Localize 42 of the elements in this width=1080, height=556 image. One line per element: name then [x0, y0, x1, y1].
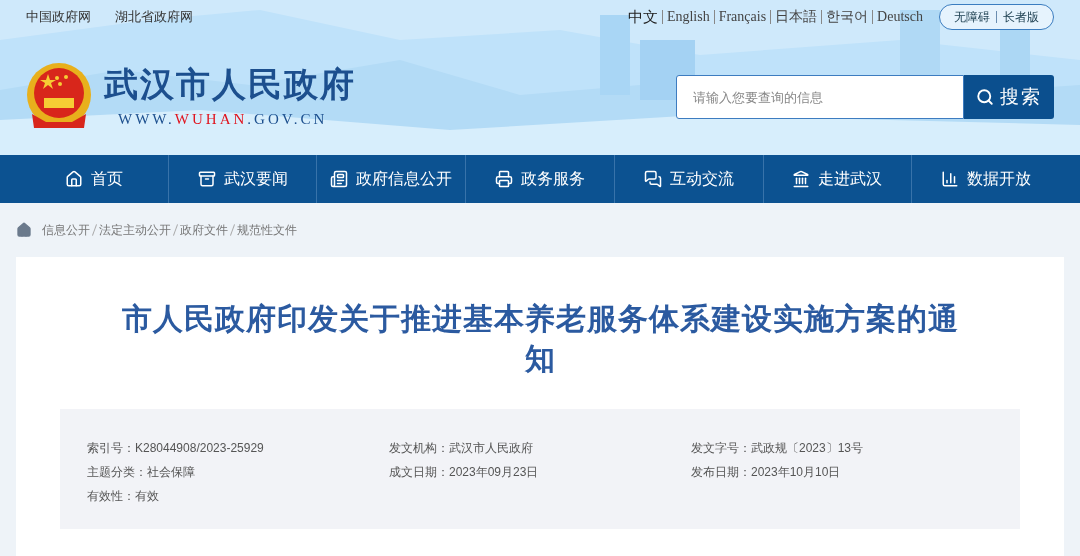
breadcrumb-link[interactable]: 法定主动公开 [99, 221, 171, 239]
nav-item[interactable]: 政务服务 [465, 155, 614, 203]
breadcrumb-link[interactable]: 规范性文件 [237, 221, 297, 239]
chat-icon [643, 170, 662, 188]
search-field[interactable]: 请输入您要查询的信息 [676, 75, 964, 119]
home-icon [64, 170, 83, 188]
language-link[interactable]: Français [713, 10, 771, 24]
meta-field: 发布日期：2023年10月10日 [691, 463, 993, 481]
meta-field: 索引号：K28044908/2023-25929 [87, 439, 389, 457]
search-icon [976, 88, 994, 106]
language-link[interactable]: English [661, 10, 714, 24]
nav-item[interactable]: 互动交流 [613, 155, 763, 203]
language-link[interactable]: 中文 [623, 10, 662, 24]
nav-item[interactable]: 数据开放 [911, 155, 1061, 203]
top-link[interactable]: 中国政府网 [26, 7, 91, 27]
meta-field: 发文字号：武政规〔2023〕13号 [691, 439, 993, 457]
printer-icon [495, 170, 513, 188]
nav-item[interactable]: 武汉要闻 [167, 155, 317, 203]
top-link[interactable]: 湖北省政府网 [115, 7, 193, 27]
language-link[interactable]: Deutsch [872, 10, 927, 24]
meta-field: 有效性：有效 [87, 487, 389, 505]
article-title: 市人民政府印发关于推进基本养老服务体系建设实施方案的通知 [120, 301, 960, 377]
newspaper-icon [330, 170, 349, 188]
tray-icon [197, 170, 216, 188]
bar-chart-icon [941, 170, 960, 188]
language-link[interactable]: 한국어 [821, 10, 873, 24]
access-link[interactable]: 无障碍 [948, 11, 996, 23]
nav-item[interactable]: 首页 [20, 155, 168, 203]
nav-item[interactable]: 走进武汉 [762, 155, 912, 203]
breadcrumb-link[interactable]: 信息公开 [42, 221, 90, 239]
language-link[interactable]: 日本語 [770, 10, 822, 24]
search-button[interactable]: 搜索 [964, 75, 1054, 119]
home-icon [16, 222, 32, 238]
access-link[interactable]: 长者版 [996, 11, 1045, 23]
nav-item[interactable]: 政府信息公开 [316, 155, 466, 203]
site-title: 武汉市人民政府 [104, 63, 356, 104]
meta-field: 主题分类：社会保障 [87, 463, 389, 481]
building-icon [792, 170, 811, 188]
breadcrumb-link[interactable]: 政府文件 [180, 221, 228, 239]
meta-field: 成文日期：2023年09月23日 [389, 463, 691, 481]
meta-field: 发文机构：武汉市人民政府 [389, 439, 691, 457]
site-url: WWW.WUHAN.GOV.CN [118, 109, 329, 129]
